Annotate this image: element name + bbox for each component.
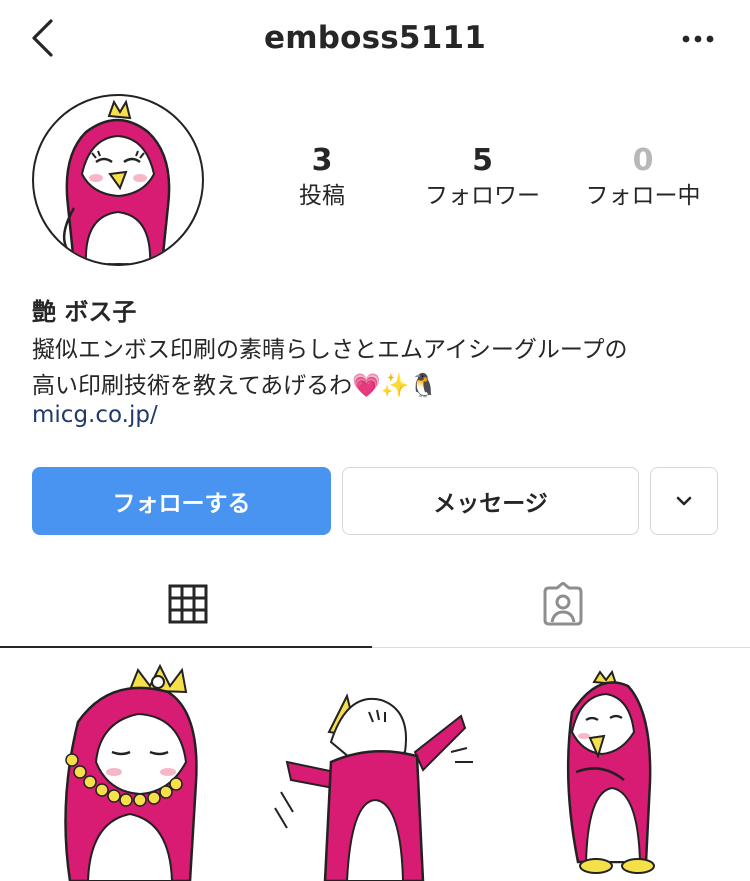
profile-tabs (0, 560, 750, 648)
penguin-worried-illustration (566, 669, 655, 874)
penguin-mascot-avatar (62, 99, 171, 264)
profile-display-name: 艶 ボス子 (32, 298, 137, 326)
following-count: 0 (632, 143, 654, 178)
profile-avatar[interactable] (32, 94, 204, 266)
grid-icon (168, 584, 207, 624)
top-bar: emboss5111 (0, 0, 750, 78)
more-horizontal-icon (682, 35, 714, 43)
active-tab-indicator (0, 646, 372, 648)
tab-tagged[interactable] (375, 560, 750, 648)
more-options-button[interactable] (676, 22, 720, 56)
post-thumbnail[interactable] (0, 652, 247, 881)
following-stat[interactable]: 0 フォロー中 (570, 142, 716, 212)
profile-username: emboss5111 (264, 20, 486, 56)
tab-grid[interactable] (0, 560, 375, 648)
profile-bio: 擬似エンボス印刷の素晴らしさとエムアイシーグループの 高い印刷技術を教えてあげる… (32, 332, 732, 404)
message-button[interactable]: メッセージ (342, 467, 639, 535)
penguin-queen-illustration (64, 663, 198, 881)
bio-line-1: 擬似エンボス印刷の素晴らしさとエムアイシーグループの (32, 337, 628, 363)
suggested-dropdown-button[interactable] (650, 467, 718, 535)
post-thumbnail[interactable] (251, 652, 498, 881)
posts-label: 投稿 (299, 183, 345, 209)
chevron-down-icon (676, 496, 692, 506)
posts-stat: 3 投稿 (272, 142, 372, 212)
followers-label: フォロワー (425, 183, 540, 209)
bio-line-2: 高い印刷技術を教えてあげるわ💗✨🐧 (32, 373, 439, 399)
followers-stat[interactable]: 5 フォロワー (410, 142, 555, 212)
followers-count: 5 (472, 143, 493, 178)
post-thumbnail[interactable] (502, 652, 749, 881)
follow-button[interactable]: フォローする (32, 467, 331, 535)
profile-website-link[interactable]: micg.co.jp/ (32, 402, 158, 428)
posts-count: 3 (311, 143, 333, 178)
tagged-person-icon (543, 582, 582, 626)
following-label: フォロー中 (585, 183, 701, 209)
penguin-cheering-illustration (274, 693, 473, 881)
